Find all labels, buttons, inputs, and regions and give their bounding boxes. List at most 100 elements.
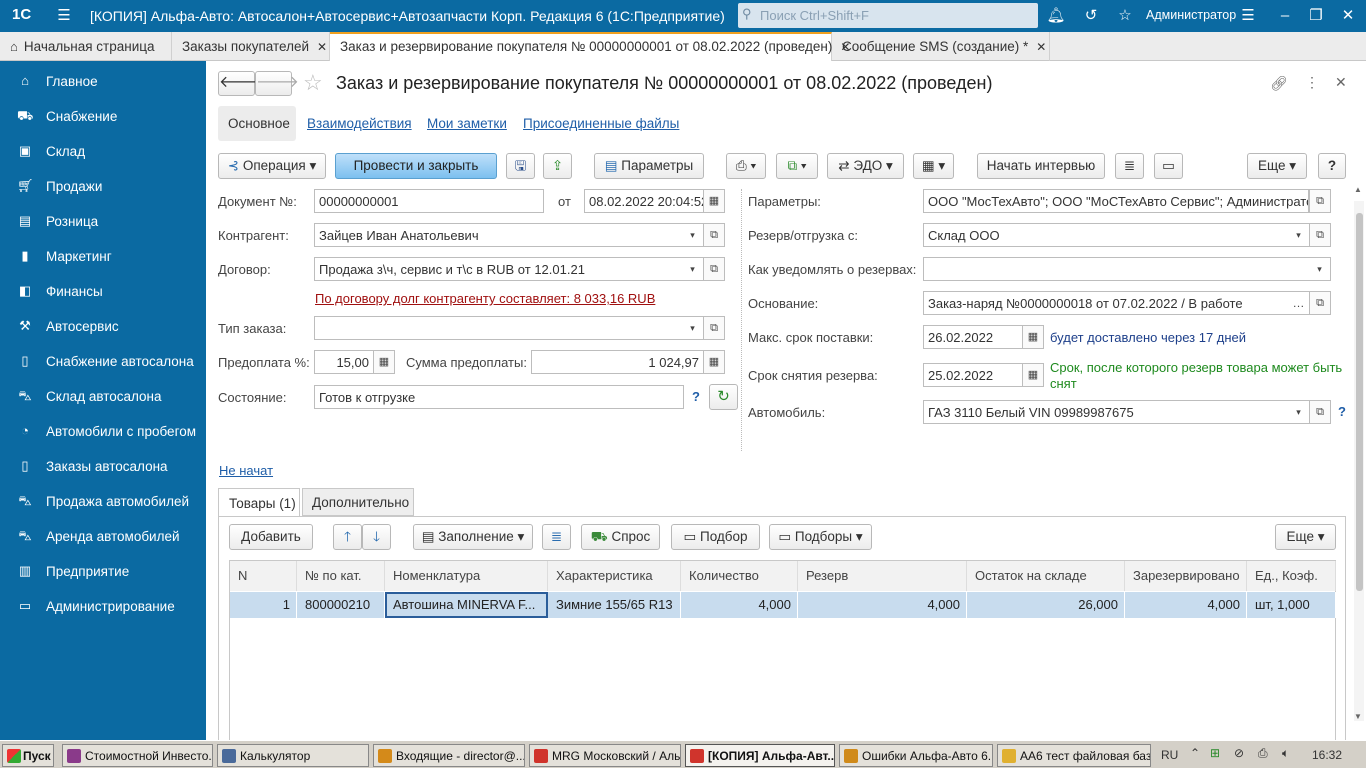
close-tab-icon[interactable]: ✕	[317, 40, 327, 54]
table-cell[interactable]: 1	[230, 592, 297, 618]
close-window-icon[interactable]: ✕	[1338, 6, 1358, 26]
table-cell[interactable]: 4,000	[1125, 592, 1247, 618]
tab-additional[interactable]: Дополнительно	[302, 488, 414, 516]
chevron-down-icon[interactable]: ▾	[1288, 223, 1310, 247]
network-icon[interactable]: ⊞	[1210, 746, 1220, 760]
column-header[interactable]: Остаток на складе	[967, 561, 1125, 591]
open-icon[interactable]: ⧉	[703, 223, 725, 247]
tray-expand-icon[interactable]: ⌃	[1190, 746, 1200, 760]
calendar-icon[interactable]: ▦	[1022, 325, 1044, 349]
tab-order[interactable]: Заказ и резервирование покупателя № 0000…	[330, 32, 850, 62]
card-view-button[interactable]: ▭	[1154, 153, 1183, 179]
taskbar-item[interactable]: Стоимостной Инвесто...	[62, 744, 213, 767]
sidebar-item[interactable]: ⛟ Снабжение	[0, 99, 206, 134]
state-help-icon[interactable]: ?	[692, 389, 700, 404]
debt-link[interactable]: По договору долг контрагенту составляет:…	[315, 291, 655, 306]
sidebar-item[interactable]: ⛍ Продажа автомобилей	[0, 484, 206, 519]
contract-field[interactable]: Продажа з\ч, сервис и т\с в RUB от 12.01…	[314, 257, 684, 281]
car-help-icon[interactable]: ?	[1338, 404, 1346, 419]
picks-button[interactable]: ▭ Подборы ▾	[769, 524, 872, 550]
column-header[interactable]: Резерв	[798, 561, 967, 591]
chevron-down-icon[interactable]: ▾	[682, 316, 704, 340]
scroll-up-icon[interactable]: ▲	[1354, 185, 1362, 194]
subtab-attached-files[interactable]: Присоединенные файлы	[523, 116, 679, 131]
sidebar-item[interactable]: ▯ Снабжение автосалона	[0, 344, 206, 379]
search-input[interactable]: ⚲ Поиск Ctrl+Shift+F	[738, 3, 1038, 28]
sidebar-item[interactable]: ▮ Маркетинг	[0, 239, 206, 274]
edo-button[interactable]: ⇄ ЭДО ▾	[827, 153, 904, 179]
column-header[interactable]: Ед., Коэф.	[1247, 561, 1336, 591]
user-name[interactable]: Администратор	[1146, 8, 1236, 22]
basis-field[interactable]: Заказ-наряд №0000000018 от 07.02.2022 / …	[923, 291, 1289, 315]
more-button[interactable]: Еще ▾	[1247, 153, 1307, 179]
table-cell[interactable]: 4,000	[681, 592, 798, 618]
sidebar-item[interactable]: ▭ Администрирование	[0, 589, 206, 624]
menu-icon[interactable]: ☰	[54, 6, 74, 26]
reserve-removal-field[interactable]: 25.02.2022	[923, 363, 1023, 387]
help-button[interactable]: ?	[1318, 153, 1346, 179]
sidebar-item[interactable]: 🛒︎ Продажи	[0, 169, 206, 204]
notify-field[interactable]	[923, 257, 1310, 281]
sidebar-item[interactable]: ⛍ Аренда автомобилей	[0, 519, 206, 554]
taskbar-item[interactable]: Ошибки Альфа-Авто 6...	[839, 744, 993, 767]
operation-button[interactable]: ⊰ Операция ▾	[218, 153, 326, 179]
car-field[interactable]: ГАЗ 3110 Белый VIN 09989987675	[923, 400, 1289, 424]
contractor-field[interactable]: Зайцев Иван Анатольевич	[314, 223, 684, 247]
start-interview-button[interactable]: Начать интервью	[977, 153, 1105, 179]
table-cell[interactable]: шт, 1,000	[1247, 592, 1336, 618]
sidebar-item[interactable]: ▯ Заказы автосалона	[0, 449, 206, 484]
items-more-button[interactable]: Еще ▾	[1275, 524, 1336, 550]
prepay-sum-field[interactable]: 1 024,97	[531, 350, 704, 374]
back-button[interactable]: 🡐	[218, 71, 262, 96]
table-cell[interactable]: 4,000	[798, 592, 967, 618]
add-button[interactable]: Добавить	[229, 524, 313, 550]
history-icon[interactable]: ↺	[1081, 6, 1101, 26]
bell-icon[interactable]: 🔔︎	[1046, 6, 1066, 26]
sidebar-item[interactable]: ▤ Розница	[0, 204, 206, 239]
post-and-close-button[interactable]: Провести и закрыть	[335, 153, 497, 179]
subtab-main[interactable]: Основное	[218, 106, 296, 141]
doc-number-field[interactable]: 00000000001	[314, 189, 544, 213]
favorite-star-icon[interactable]: ☆	[303, 70, 323, 96]
start-button[interactable]: Пуск	[2, 744, 54, 767]
language-indicator[interactable]: RU	[1161, 748, 1178, 762]
max-delivery-field[interactable]: 26.02.2022	[923, 325, 1023, 349]
demand-button[interactable]: ⛟ Спрос	[581, 524, 660, 550]
chevron-down-icon[interactable]: ▾	[1309, 257, 1331, 281]
open-icon[interactable]: ⧉	[1309, 189, 1331, 213]
taskbar-item[interactable]: АА6 тест файловая база	[997, 744, 1151, 767]
tray-printer-icon[interactable]: ⎙	[1258, 746, 1268, 761]
column-header[interactable]: Зарезервировано	[1125, 561, 1247, 591]
calendar-icon[interactable]: ▦	[703, 189, 725, 213]
taskbar-item[interactable]: Калькулятор	[217, 744, 369, 767]
calculator-icon[interactable]: ▦	[373, 350, 395, 374]
taskbar-item[interactable]: MRG Московский / Аль...	[529, 744, 681, 767]
open-icon[interactable]: ⧉	[1309, 291, 1331, 315]
open-icon[interactable]: ⧉	[1309, 400, 1331, 424]
subtab-interactions[interactable]: Взаимодействия	[307, 116, 412, 131]
status-link[interactable]: Не начат	[219, 463, 273, 478]
state-field[interactable]: Готов к отгрузке	[314, 385, 684, 409]
forward-button[interactable]: 🡒	[255, 71, 299, 96]
tab-customer-orders[interactable]: Заказы покупателей ✕	[172, 32, 330, 61]
table-cell[interactable]: 26,000	[967, 592, 1125, 618]
post-button[interactable]: ⇪	[543, 153, 572, 179]
list-settings-button[interactable]: ≣	[542, 524, 571, 550]
calculator-icon[interactable]: ▦	[703, 350, 725, 374]
ellipsis-icon[interactable]: …	[1288, 291, 1310, 315]
taskbar-item[interactable]: Входящие - director@...	[373, 744, 525, 767]
sidebar-item[interactable]: ◔ Автомобили с пробегом	[0, 414, 206, 449]
prepay-percent-field[interactable]: 15,00	[314, 350, 374, 374]
table-cell[interactable]: Зимние 155/65 R13	[548, 592, 681, 618]
minimize-icon[interactable]: –	[1275, 6, 1295, 26]
open-icon[interactable]: ⧉	[703, 316, 725, 340]
close-tab-icon[interactable]: ✕	[1036, 40, 1046, 54]
chevron-down-icon[interactable]: ▾	[1288, 400, 1310, 424]
reserve-from-field[interactable]: Склад ООО	[923, 223, 1289, 247]
chevron-down-icon[interactable]: ▾	[682, 257, 704, 281]
move-up-button[interactable]: 🡑	[333, 524, 362, 550]
taskbar-item[interactable]: [КОПИЯ] Альфа-Авт...	[685, 744, 835, 767]
print-button[interactable]: ⎙ ▾	[726, 153, 766, 179]
settings-icon[interactable]: ☰	[1238, 6, 1258, 26]
reports-button[interactable]: ▦ ▾	[913, 153, 954, 179]
